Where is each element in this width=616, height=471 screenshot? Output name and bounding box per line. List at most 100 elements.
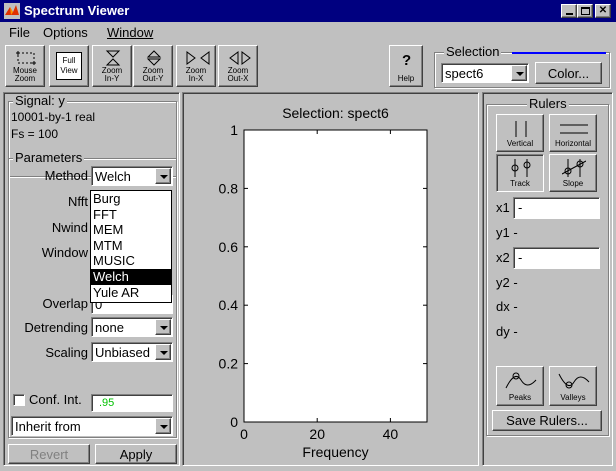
signal-fs: Fs = 100 <box>11 127 59 141</box>
method-option-welch[interactable]: Welch <box>91 268 171 285</box>
y1-value: - <box>513 225 518 240</box>
signal-label: Signal: y <box>13 93 67 108</box>
y2-value: - <box>513 275 518 290</box>
method-option-mem[interactable]: MEM <box>91 222 171 238</box>
ruler-horizontal-button[interactable]: Horizontal <box>549 114 597 152</box>
selection-popup-value: spect6 <box>445 66 484 81</box>
full-view-button[interactable]: Full View <box>49 45 89 87</box>
x2-label: x2 <box>496 250 510 265</box>
chevron-down-icon[interactable] <box>155 418 171 434</box>
method-option-burg[interactable]: Burg <box>91 191 171 207</box>
ruler-track-button[interactable]: Track <box>496 154 544 192</box>
method-option-fft[interactable]: FFT <box>91 207 171 223</box>
method-option-mtm[interactable]: MTM <box>91 238 171 254</box>
revert-button[interactable]: Revert <box>8 444 90 464</box>
help-label: Help <box>397 74 415 83</box>
zoom-out-x-icon <box>229 51 251 65</box>
maximize-button[interactable] <box>577 4 593 18</box>
scaling-label: Scaling <box>45 345 88 360</box>
dx-value: - <box>513 299 518 314</box>
method-popup-value: Welch <box>95 169 131 184</box>
ruler-slope-label: Slope <box>562 179 584 188</box>
overlap-label: Overlap <box>42 296 88 311</box>
apply-button[interactable]: Apply <box>95 444 177 464</box>
help-button[interactable]: ? Help <box>389 45 423 87</box>
title-bar[interactable]: Spectrum Viewer ✕ <box>0 0 616 22</box>
selection-color-line <box>512 52 606 54</box>
help-icon: ? <box>402 52 412 69</box>
chevron-down-icon[interactable] <box>511 65 527 81</box>
zoom-in-y-label: Zoom In-Y <box>101 66 123 83</box>
parameters-label: Parameters <box>13 150 85 165</box>
zoom-in-x-label: Zoom In-X <box>185 66 207 83</box>
detrending-popup-value: none <box>95 320 124 335</box>
detrending-popup[interactable]: none <box>91 317 173 337</box>
scaling-popup-value: Unbiased <box>95 345 150 360</box>
ruler-track-label: Track <box>510 179 530 188</box>
zoom-in-x-icon <box>186 51 210 65</box>
horizontal-ruler-icon <box>560 124 588 134</box>
zoom-out-x-label: Zoom Out-X <box>227 66 249 83</box>
x-tick-label: 0 <box>240 426 248 442</box>
scaling-popup[interactable]: Unbiased <box>91 342 173 362</box>
method-option-yule-ar[interactable]: Yule AR <box>91 285 171 301</box>
conf-int-checkbox[interactable] <box>13 394 25 406</box>
track-icon <box>511 159 531 177</box>
save-rulers-button[interactable]: Save Rulers... <box>492 410 602 431</box>
signal-size: 10001-by-1 real <box>11 110 96 124</box>
spectrum-chart[interactable]: Selection: spect6 0 0.2 0.4 0.6 0.8 1 0 20 40 Freq… <box>184 94 477 464</box>
ruler-horizontal-label: Horizontal <box>554 139 591 148</box>
x1-field[interactable]: - <box>513 197 600 219</box>
inherit-from-value: Inherit from <box>15 419 81 434</box>
y-tick-label: 0.6 <box>219 239 239 255</box>
zoom-out-x-button[interactable]: Zoom Out-X <box>218 45 258 87</box>
conf-int-field[interactable]: .95 <box>91 394 173 412</box>
menu-window[interactable]: Window <box>107 25 153 40</box>
x-tick-label: 20 <box>309 426 325 442</box>
peaks-label: Peaks <box>508 393 532 402</box>
zoom-in-x-button[interactable]: Zoom In-X <box>176 45 216 87</box>
peaks-button[interactable]: Peaks <box>496 366 544 406</box>
valleys-button[interactable]: Valleys <box>549 366 597 406</box>
detrending-label: Detrending <box>24 320 88 335</box>
method-option-music[interactable]: MUSIC <box>91 253 171 269</box>
chevron-down-icon[interactable] <box>155 168 171 184</box>
chevron-down-icon[interactable] <box>155 344 171 360</box>
color-button[interactable]: Color... <box>535 62 602 84</box>
mouse-zoom-button[interactable]: Mouse Zoom <box>5 45 45 87</box>
y-tick-label: 0.4 <box>219 297 239 313</box>
inherit-from-popup[interactable]: Inherit from <box>11 416 173 436</box>
ruler-vertical-label: Vertical <box>506 139 534 148</box>
nwind-label: Nwind <box>51 220 88 235</box>
peaks-icon <box>505 372 537 389</box>
menu-file[interactable]: File <box>9 25 30 40</box>
nfft-label: Nfft <box>68 194 88 209</box>
chevron-down-icon[interactable] <box>155 319 171 335</box>
window-title: Spectrum Viewer <box>24 3 130 18</box>
minimize-icon <box>565 13 573 15</box>
menu-options[interactable]: Options <box>43 25 88 40</box>
y2-label: y2 - <box>496 275 518 290</box>
ruler-vertical-button[interactable]: Vertical <box>496 114 544 152</box>
close-button[interactable]: ✕ <box>595 4 611 18</box>
chart-title: Selection: spect6 <box>282 105 389 121</box>
method-popup[interactable]: Welch <box>91 166 173 186</box>
ruler-slope-button[interactable]: Slope <box>549 154 597 192</box>
zoom-out-y-button[interactable]: Zoom Out-Y <box>133 45 173 87</box>
method-dropdown-list[interactable]: Burg FFT MEM MTM MUSIC Welch Yule AR <box>90 190 172 303</box>
x2-field[interactable]: - <box>513 247 600 269</box>
minimize-button[interactable] <box>561 4 577 18</box>
mouse-zoom-icon <box>16 51 36 65</box>
rulers-label: Rulers <box>527 96 569 111</box>
mouse-zoom-label: Mouse Zoom <box>12 66 37 83</box>
vertical-ruler-icon <box>515 121 527 137</box>
close-icon: ✕ <box>598 5 608 16</box>
dy-value: - <box>513 324 518 339</box>
menu-bar: File Options Window <box>0 22 616 42</box>
selection-popup[interactable]: spect6 <box>441 63 529 83</box>
x-tick-label: 40 <box>383 426 399 442</box>
window-label: Window <box>41 245 88 260</box>
plot-area <box>243 129 428 423</box>
zoom-in-y-button[interactable]: Zoom In-Y <box>92 45 132 87</box>
selection-group-label: Selection <box>444 44 502 59</box>
